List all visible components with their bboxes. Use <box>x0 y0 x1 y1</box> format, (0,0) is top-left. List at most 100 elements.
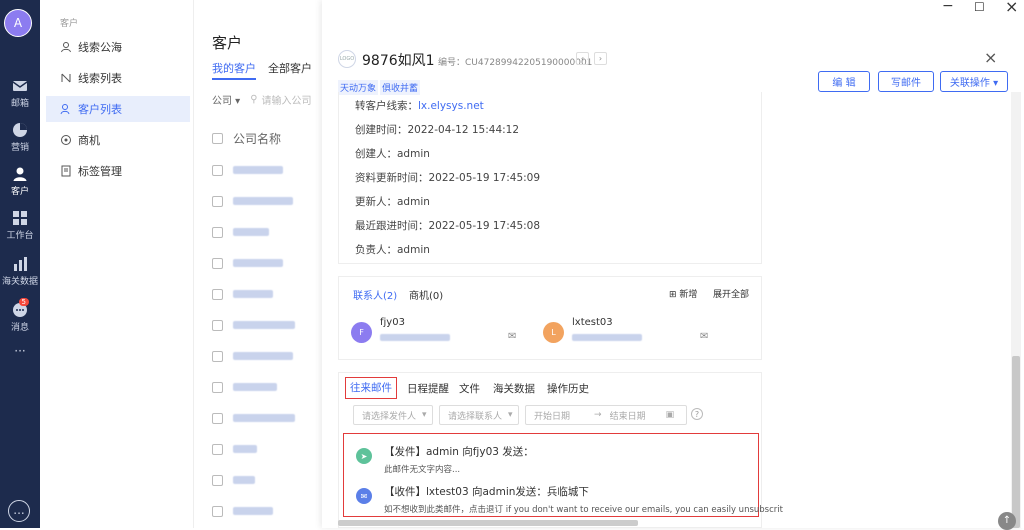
table-row[interactable] <box>212 286 325 302</box>
contact-email <box>380 334 450 341</box>
sidebar-item-customer-list[interactable]: 客户列表 <box>46 96 190 122</box>
plus-icon: ⊞ <box>669 290 677 300</box>
rail-item-label: 客户 <box>10 187 29 197</box>
contact-item[interactable]: L lxtest03 ✉ <box>543 317 708 343</box>
company-name <box>233 383 277 391</box>
company-name <box>233 321 295 329</box>
table-row[interactable] <box>212 162 325 178</box>
rail-item-more[interactable]: ··· <box>0 344 40 358</box>
row-checkbox[interactable] <box>212 226 223 238</box>
row-checkbox[interactable] <box>212 164 223 176</box>
sidebar-item-label: 商机 <box>78 134 100 147</box>
info-creator: 创建人：admin <box>355 148 430 160</box>
rail-item-workbench[interactable]: 工作台 <box>0 210 40 241</box>
contact-avatar: L <box>543 322 564 343</box>
table-row[interactable] <box>212 224 325 240</box>
date-range-picker[interactable]: 开始日期 → 结束日期 ▣ <box>525 405 687 425</box>
company-logo: LOGO <box>338 50 356 68</box>
chevron-down-icon: ▾ <box>508 410 513 420</box>
info-last-followup: 最近跟进时间：2022-05-19 17:45:08 <box>355 220 541 232</box>
table-row[interactable] <box>212 410 325 426</box>
tab-history[interactable]: 操作历史 <box>547 381 589 396</box>
row-checkbox[interactable] <box>212 412 223 424</box>
company-name <box>233 414 295 422</box>
row-checkbox[interactable] <box>212 257 223 269</box>
sidebar-item-lead-pool[interactable]: 线索公海 <box>46 34 190 60</box>
mail-icon[interactable]: ✉ <box>508 331 516 342</box>
mail-subject: 【发件】admin 向fjy03 发送： <box>384 446 534 458</box>
table-row[interactable] <box>212 317 325 333</box>
mail-card: 往来邮件 日程提醒 文件 海关数据 操作历史 请选择发件人 ▾ 请选择联系人 ▾ 开… <box>338 372 783 528</box>
tab-all-customers[interactable]: 全部客户 <box>268 60 312 76</box>
mail-item[interactable]: ✉ 【收件】lxtest03 向admin发送：兵临城下 如不想收到此类邮件，点击… <box>356 484 783 515</box>
minimize-button[interactable]: − <box>942 0 954 14</box>
table-header: 公司名称 <box>212 130 325 146</box>
next-record-button[interactable]: › <box>594 52 607 65</box>
row-checkbox[interactable] <box>212 350 223 362</box>
table-row[interactable] <box>212 379 325 395</box>
table-row[interactable] <box>212 255 325 271</box>
mail-item[interactable]: ➤ 【发件】admin 向fjy03 发送： 此邮件无文字内容... <box>356 444 534 475</box>
mail-icon[interactable]: ✉ <box>700 331 708 342</box>
rail-item-mail[interactable]: 邮箱 <box>0 78 40 109</box>
contact-select[interactable]: 请选择联系人 ▾ <box>439 405 519 425</box>
sidebar-item-lead-list[interactable]: 线索列表 <box>46 65 190 91</box>
rail-item-messages[interactable]: 5 消息 <box>0 298 40 333</box>
avatar[interactable]: A <box>4 9 32 37</box>
select-all-checkbox[interactable] <box>212 132 223 144</box>
filter-select[interactable]: 公司 ▾ <box>212 92 240 107</box>
contact-email <box>572 334 642 341</box>
rail-item-customs[interactable]: 海关数据 <box>0 256 40 287</box>
help-icon[interactable]: ? <box>691 408 703 420</box>
sender-select[interactable]: 请选择发件人 ▾ <box>353 405 433 425</box>
pie-chart-icon <box>13 123 27 137</box>
related-actions-button[interactable]: 关联操作 ▾ <box>940 71 1008 92</box>
search-icon: ⚲ <box>250 93 258 105</box>
sidebar-item-label: 线索列表 <box>78 72 122 85</box>
add-contact-button[interactable]: ⊞ 新增 <box>669 287 697 300</box>
row-checkbox[interactable] <box>212 381 223 393</box>
table-row[interactable] <box>212 503 325 519</box>
row-checkbox[interactable] <box>212 474 223 486</box>
row-checkbox[interactable] <box>212 443 223 455</box>
tab-contacts[interactable]: 联系人(2) <box>353 287 397 302</box>
table-row[interactable] <box>212 472 325 488</box>
row-checkbox[interactable] <box>212 195 223 207</box>
prev-record-button[interactable]: ‹ <box>576 52 589 65</box>
scroll-to-top-button[interactable]: ↑ <box>998 512 1016 530</box>
tab-schedule[interactable]: 日程提醒 <box>407 381 449 396</box>
row-checkbox[interactable] <box>212 505 223 517</box>
contact-item[interactable]: F fjy03 ✉ <box>351 317 516 343</box>
mail-subject: 【收件】lxtest03 向admin发送：兵临城下 <box>384 486 589 498</box>
row-checkbox[interactable] <box>212 319 223 331</box>
company-name <box>233 166 283 174</box>
inbox-icon: ✉ <box>356 488 372 504</box>
chevron-down-icon: ▾ <box>422 410 427 420</box>
lead-link[interactable]: lx.elysys.net <box>418 100 484 112</box>
tab-my-customers[interactable]: 我的客户 <box>212 60 256 80</box>
search-input[interactable]: 请输入公司 <box>262 92 312 107</box>
rail-item-marketing[interactable]: 营销 <box>0 122 40 153</box>
tab-customs[interactable]: 海关数据 <box>493 381 535 396</box>
panel-close-button[interactable]: × <box>984 48 997 67</box>
rail-bottom-button[interactable]: ... <box>8 500 30 522</box>
write-mail-button[interactable]: 写邮件 <box>878 71 934 92</box>
tab-mails[interactable]: 往来邮件 <box>345 377 397 399</box>
table-row[interactable] <box>212 348 325 364</box>
tab-files[interactable]: 文件 <box>459 381 480 396</box>
horizontal-scrollbar[interactable] <box>338 520 638 526</box>
info-updater: 更新人：admin <box>355 196 430 208</box>
sidebar-item-tags[interactable]: 标签管理 <box>46 158 190 184</box>
tab-opportunities[interactable]: 商机(0) <box>409 287 443 302</box>
table-row[interactable] <box>212 193 325 209</box>
sidebar-item-opportunity[interactable]: 商机 <box>46 127 190 153</box>
scrollbar-thumb[interactable] <box>1012 356 1020 528</box>
table-row[interactable] <box>212 441 325 457</box>
expand-all-button[interactable]: 展开全部 <box>713 287 749 300</box>
maximize-button[interactable]: ☐ <box>974 0 985 14</box>
edit-button[interactable]: 编 辑 <box>818 71 870 92</box>
mail-icon <box>12 81 28 91</box>
window-close-button[interactable]: × <box>1005 0 1018 16</box>
rail-item-customer[interactable]: 客户 <box>0 166 40 197</box>
row-checkbox[interactable] <box>212 288 223 300</box>
